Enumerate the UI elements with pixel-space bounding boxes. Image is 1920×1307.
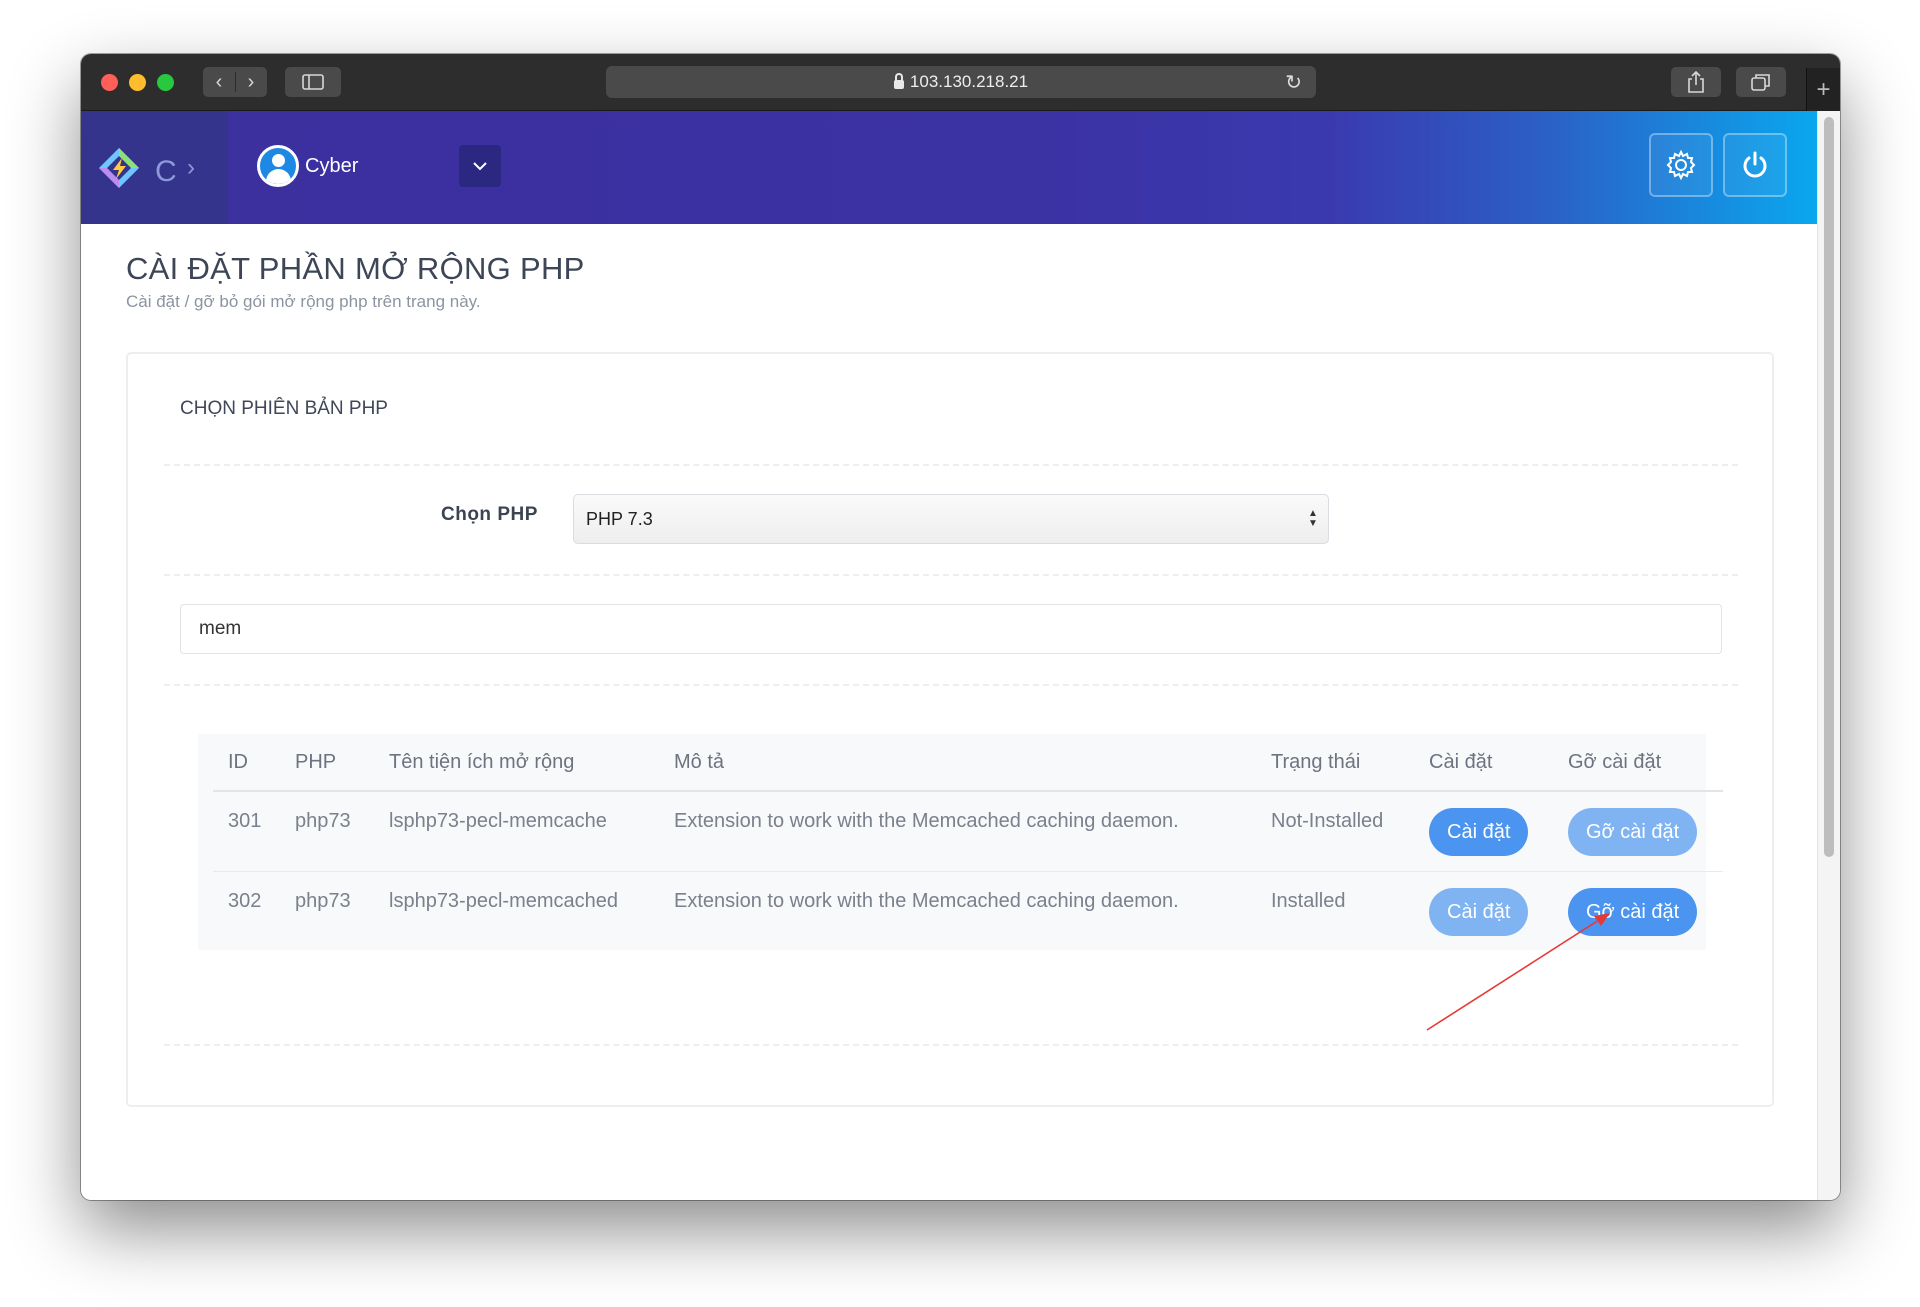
cell-status: Not-Installed [1256, 791, 1414, 872]
column-header-uninstall: Gỡ cài đặt [1553, 734, 1723, 792]
column-header-description: Mô tả [659, 734, 1256, 792]
sidebar-toggle-button[interactable] [285, 67, 341, 97]
tabs-icon [1751, 74, 1770, 91]
forward-icon[interactable]: › [235, 71, 267, 94]
page-subtitle: Cài đặt / gỡ bỏ gói mở rộng php trên tra… [126, 292, 481, 311]
new-tab-button[interactable]: + [1806, 68, 1840, 111]
brand-area[interactable]: C › [81, 111, 228, 224]
reload-icon[interactable]: ↻ [1285, 70, 1302, 95]
divider [164, 574, 1738, 576]
cell-name: lsphp73-pecl-memcached [389, 889, 619, 912]
php-version-select[interactable]: PHP 7.3 ▲ ▼ [573, 494, 1329, 544]
logout-button[interactable] [1723, 133, 1787, 197]
annotation-arrow [1426, 913, 1610, 1031]
column-header-id: ID [213, 734, 280, 792]
brand-letter: C [155, 155, 177, 188]
user-avatar[interactable] [257, 145, 299, 187]
table-row: 301 php73 lsphp73-pecl-memcache Extensio… [213, 791, 1723, 872]
cell-id: 301 [213, 791, 280, 872]
cell-install: Cài đặt [1414, 791, 1553, 872]
column-header-status: Trạng thái [1256, 734, 1414, 792]
cell-id: 302 [228, 889, 262, 912]
sidebar-icon [302, 74, 324, 90]
cell-uninstall: Gỡ cài đặt [1553, 791, 1723, 872]
browser-toolbar: ‹ › 103.130.218.21 ↻ + [81, 54, 1840, 111]
chevron-right-icon: › [187, 154, 195, 181]
gear-icon [1666, 149, 1696, 181]
cell-description: Extension to work with the Memcached cac… [674, 889, 1179, 912]
install-button[interactable]: Cài đặt [1429, 808, 1529, 856]
cell-php: php73 [295, 889, 351, 912]
nav-buttons: ‹ › [203, 67, 267, 97]
scrollbar-thumb[interactable] [1824, 117, 1834, 857]
user-dropdown-button[interactable] [459, 145, 501, 187]
power-icon [1743, 151, 1767, 178]
search-input-value: mem [199, 618, 242, 639]
cell-name: lsphp73-pecl-memcache [374, 791, 659, 872]
zoom-window-button[interactable] [157, 74, 174, 91]
page-title: CÀI ĐẶT PHẦN MỞ RỘNG PHP [126, 251, 585, 286]
address-bar[interactable]: 103.130.218.21 ↻ [606, 66, 1316, 98]
php-version-label: Chọn PHP [441, 504, 538, 525]
minimize-window-button[interactable] [129, 74, 146, 91]
share-button[interactable] [1671, 67, 1721, 97]
php-version-value: PHP 7.3 [586, 508, 653, 529]
back-icon[interactable]: ‹ [203, 71, 235, 94]
column-header-install: Cài đặt [1414, 734, 1553, 792]
logo-icon [99, 148, 139, 188]
panel-title: CHỌN PHIÊN BẢN PHP [180, 398, 388, 419]
divider [164, 464, 1738, 466]
uninstall-button[interactable]: Gỡ cài đặt [1568, 808, 1698, 856]
table-header-row: ID PHP Tên tiện ích mở rộng Mô tả Trạng … [213, 734, 1723, 792]
select-arrows-icon: ▲ ▼ [1308, 508, 1318, 529]
lock-icon [893, 72, 904, 89]
share-icon [1688, 71, 1704, 93]
cell-php: php73 [280, 791, 374, 872]
settings-button[interactable] [1649, 133, 1713, 197]
column-header-name: Tên tiện ích mở rộng [374, 734, 659, 792]
chevron-down-icon [473, 161, 487, 170]
extension-search-input[interactable]: mem [180, 604, 1722, 654]
cell-description: Extension to work with the Memcached cac… [659, 791, 1256, 872]
page-scrollbar[interactable] [1817, 111, 1840, 1200]
url-text: 103.130.218.21 [909, 72, 1029, 91]
app-header: C › Cyber [81, 111, 1817, 224]
tabs-overview-button[interactable] [1736, 67, 1786, 97]
divider [164, 684, 1738, 686]
column-header-php: PHP [280, 734, 374, 792]
close-window-button[interactable] [101, 74, 118, 91]
user-name[interactable]: Cyber [305, 155, 358, 178]
